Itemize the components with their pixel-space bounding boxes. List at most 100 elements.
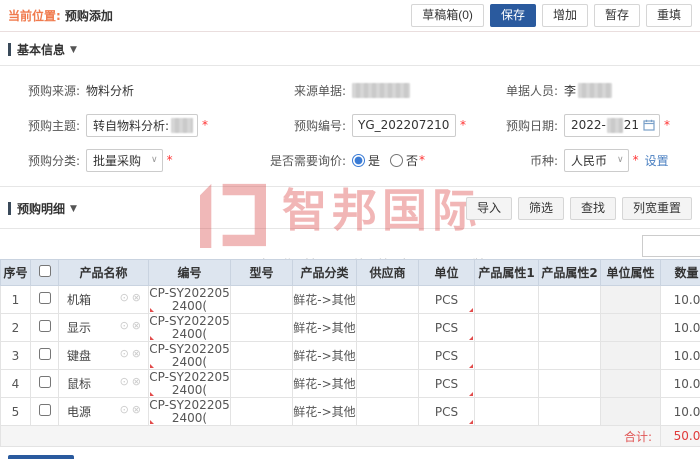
continue-add-button[interactable]: 继续添加 xyxy=(8,455,75,459)
col-qty[interactable]: 数量 xyxy=(660,259,700,286)
currency-settings-link[interactable]: 设置 xyxy=(645,152,669,169)
row-code[interactable]: CP-SY2022052400( xyxy=(148,341,231,370)
draftbox-button[interactable]: 草稿箱(0) xyxy=(411,4,484,27)
col-model[interactable]: 型号 xyxy=(230,259,293,286)
date-input[interactable]: 2022- 21 xyxy=(564,113,660,137)
row-supplier[interactable] xyxy=(356,397,419,426)
row-product-name[interactable]: 显示 ⊙⊗ xyxy=(58,313,149,342)
remove-icon[interactable]: ⊗ xyxy=(132,291,144,304)
row-unit-attr[interactable] xyxy=(600,313,661,342)
col-unit[interactable]: 单位 xyxy=(418,259,475,286)
row-qty[interactable]: 10.00 xyxy=(660,369,700,398)
row-checkbox[interactable] xyxy=(38,320,51,332)
category-select[interactable]: 批量采购 ∨ xyxy=(86,148,163,172)
row-checkbox[interactable] xyxy=(38,292,51,304)
row-category[interactable]: 鲜花->其他 xyxy=(292,285,357,314)
preview-icon[interactable]: ⊙ xyxy=(120,319,132,332)
filter-button[interactable]: 筛选 xyxy=(517,197,564,220)
row-supplier[interactable] xyxy=(356,285,419,314)
number-input[interactable] xyxy=(352,113,456,137)
row-qty[interactable]: 10.00 xyxy=(660,341,700,370)
inquiry-no-input[interactable] xyxy=(390,153,404,167)
inquiry-no-radio[interactable]: 否 xyxy=(390,152,418,169)
row-code[interactable]: CP-SY2022052400( xyxy=(148,397,231,426)
row-qty[interactable]: 10.00 xyxy=(660,397,700,426)
collapse-caret-icon[interactable]: ▼ xyxy=(70,204,77,214)
row-attr1[interactable] xyxy=(474,285,539,314)
row-supplier[interactable] xyxy=(356,313,419,342)
row-supplier[interactable] xyxy=(356,369,419,398)
col-unit-attr[interactable]: 单位属性 xyxy=(600,259,661,286)
row-attr2[interactable] xyxy=(538,397,601,426)
col-product-name[interactable]: 产品名称 xyxy=(58,259,149,286)
row-unit[interactable]: PCS xyxy=(418,369,475,398)
add-button[interactable]: 增加 xyxy=(541,4,588,27)
calendar-icon[interactable] xyxy=(643,119,655,131)
temp-save-button[interactable]: 暂存 xyxy=(593,4,640,27)
row-qty[interactable]: 10.00 xyxy=(660,285,700,314)
inquiry-yes-radio[interactable]: 是 xyxy=(352,152,380,169)
collapse-caret-icon[interactable]: ▼ xyxy=(70,45,77,55)
row-model[interactable] xyxy=(230,341,293,370)
currency-select[interactable]: 人民币 ∨ xyxy=(564,148,629,172)
reset-button[interactable]: 重填 xyxy=(645,4,692,27)
row-product-name[interactable]: 机箱 ⊙⊗ xyxy=(58,285,149,314)
col-category[interactable]: 产品分类 xyxy=(292,259,357,286)
subject-input[interactable]: 转自物料分析: xyxy=(86,113,198,137)
row-unit[interactable]: PCS xyxy=(418,397,475,426)
detail-title-group[interactable]: 预购明细 ▼ xyxy=(8,200,77,217)
remove-icon[interactable]: ⊗ xyxy=(132,319,144,332)
inquiry-yes-input[interactable] xyxy=(352,153,365,167)
col-index[interactable]: 序号 xyxy=(0,259,31,286)
row-unit-attr[interactable] xyxy=(600,285,661,314)
remove-icon[interactable]: ⊗ xyxy=(132,403,144,416)
col-code[interactable]: 编号 xyxy=(148,259,231,286)
row-unit[interactable]: PCS xyxy=(418,313,475,342)
row-attr2[interactable] xyxy=(538,341,601,370)
row-attr2[interactable] xyxy=(538,369,601,398)
row-attr2[interactable] xyxy=(538,313,601,342)
remove-icon[interactable]: ⊗ xyxy=(132,375,144,388)
row-category[interactable]: 鲜花->其他 xyxy=(292,397,357,426)
row-checkbox[interactable] xyxy=(38,404,51,416)
row-category[interactable]: 鲜花->其他 xyxy=(292,369,357,398)
row-checkbox[interactable] xyxy=(38,348,51,360)
import-button[interactable]: 导入 xyxy=(465,197,512,220)
column-width-reset-button[interactable]: 列宽重置 xyxy=(621,197,692,220)
row-attr1[interactable] xyxy=(474,313,539,342)
col-attr2[interactable]: 产品属性2 xyxy=(538,259,601,286)
row-code[interactable]: CP-SY2022052400( xyxy=(148,313,231,342)
select-all-checkbox[interactable] xyxy=(38,265,51,277)
row-code[interactable]: CP-SY2022052400( xyxy=(148,369,231,398)
col-supplier[interactable]: 供应商 xyxy=(356,259,419,286)
row-checkbox[interactable] xyxy=(38,376,51,388)
save-button[interactable]: 保存 xyxy=(489,4,536,27)
table-quick-input[interactable] xyxy=(642,235,700,257)
row-supplier[interactable] xyxy=(356,341,419,370)
row-unit[interactable]: PCS xyxy=(418,285,475,314)
row-category[interactable]: 鲜花->其他 xyxy=(292,341,357,370)
row-attr1[interactable] xyxy=(474,397,539,426)
row-code[interactable]: CP-SY2022052400( xyxy=(148,285,231,314)
preview-icon[interactable]: ⊙ xyxy=(120,291,132,304)
row-model[interactable] xyxy=(230,369,293,398)
row-model[interactable] xyxy=(230,313,293,342)
row-product-name[interactable]: 键盘 ⊙⊗ xyxy=(58,341,149,370)
row-attr1[interactable] xyxy=(474,369,539,398)
remove-icon[interactable]: ⊗ xyxy=(132,347,144,360)
row-model[interactable] xyxy=(230,285,293,314)
find-button[interactable]: 查找 xyxy=(569,197,616,220)
col-attr1[interactable]: 产品属性1 xyxy=(474,259,539,286)
preview-icon[interactable]: ⊙ xyxy=(120,347,132,360)
row-unit-attr[interactable] xyxy=(600,369,661,398)
row-qty[interactable]: 10.00 xyxy=(660,313,700,342)
basic-info-header[interactable]: 基本信息 ▼ xyxy=(0,32,700,65)
row-product-name[interactable]: 鼠标 ⊙⊗ xyxy=(58,369,149,398)
row-model[interactable] xyxy=(230,397,293,426)
row-attr2[interactable] xyxy=(538,285,601,314)
preview-icon[interactable]: ⊙ xyxy=(120,375,132,388)
row-unit-attr[interactable] xyxy=(600,341,661,370)
row-category[interactable]: 鲜花->其他 xyxy=(292,313,357,342)
row-unit-attr[interactable] xyxy=(600,397,661,426)
preview-icon[interactable]: ⊙ xyxy=(120,403,132,416)
